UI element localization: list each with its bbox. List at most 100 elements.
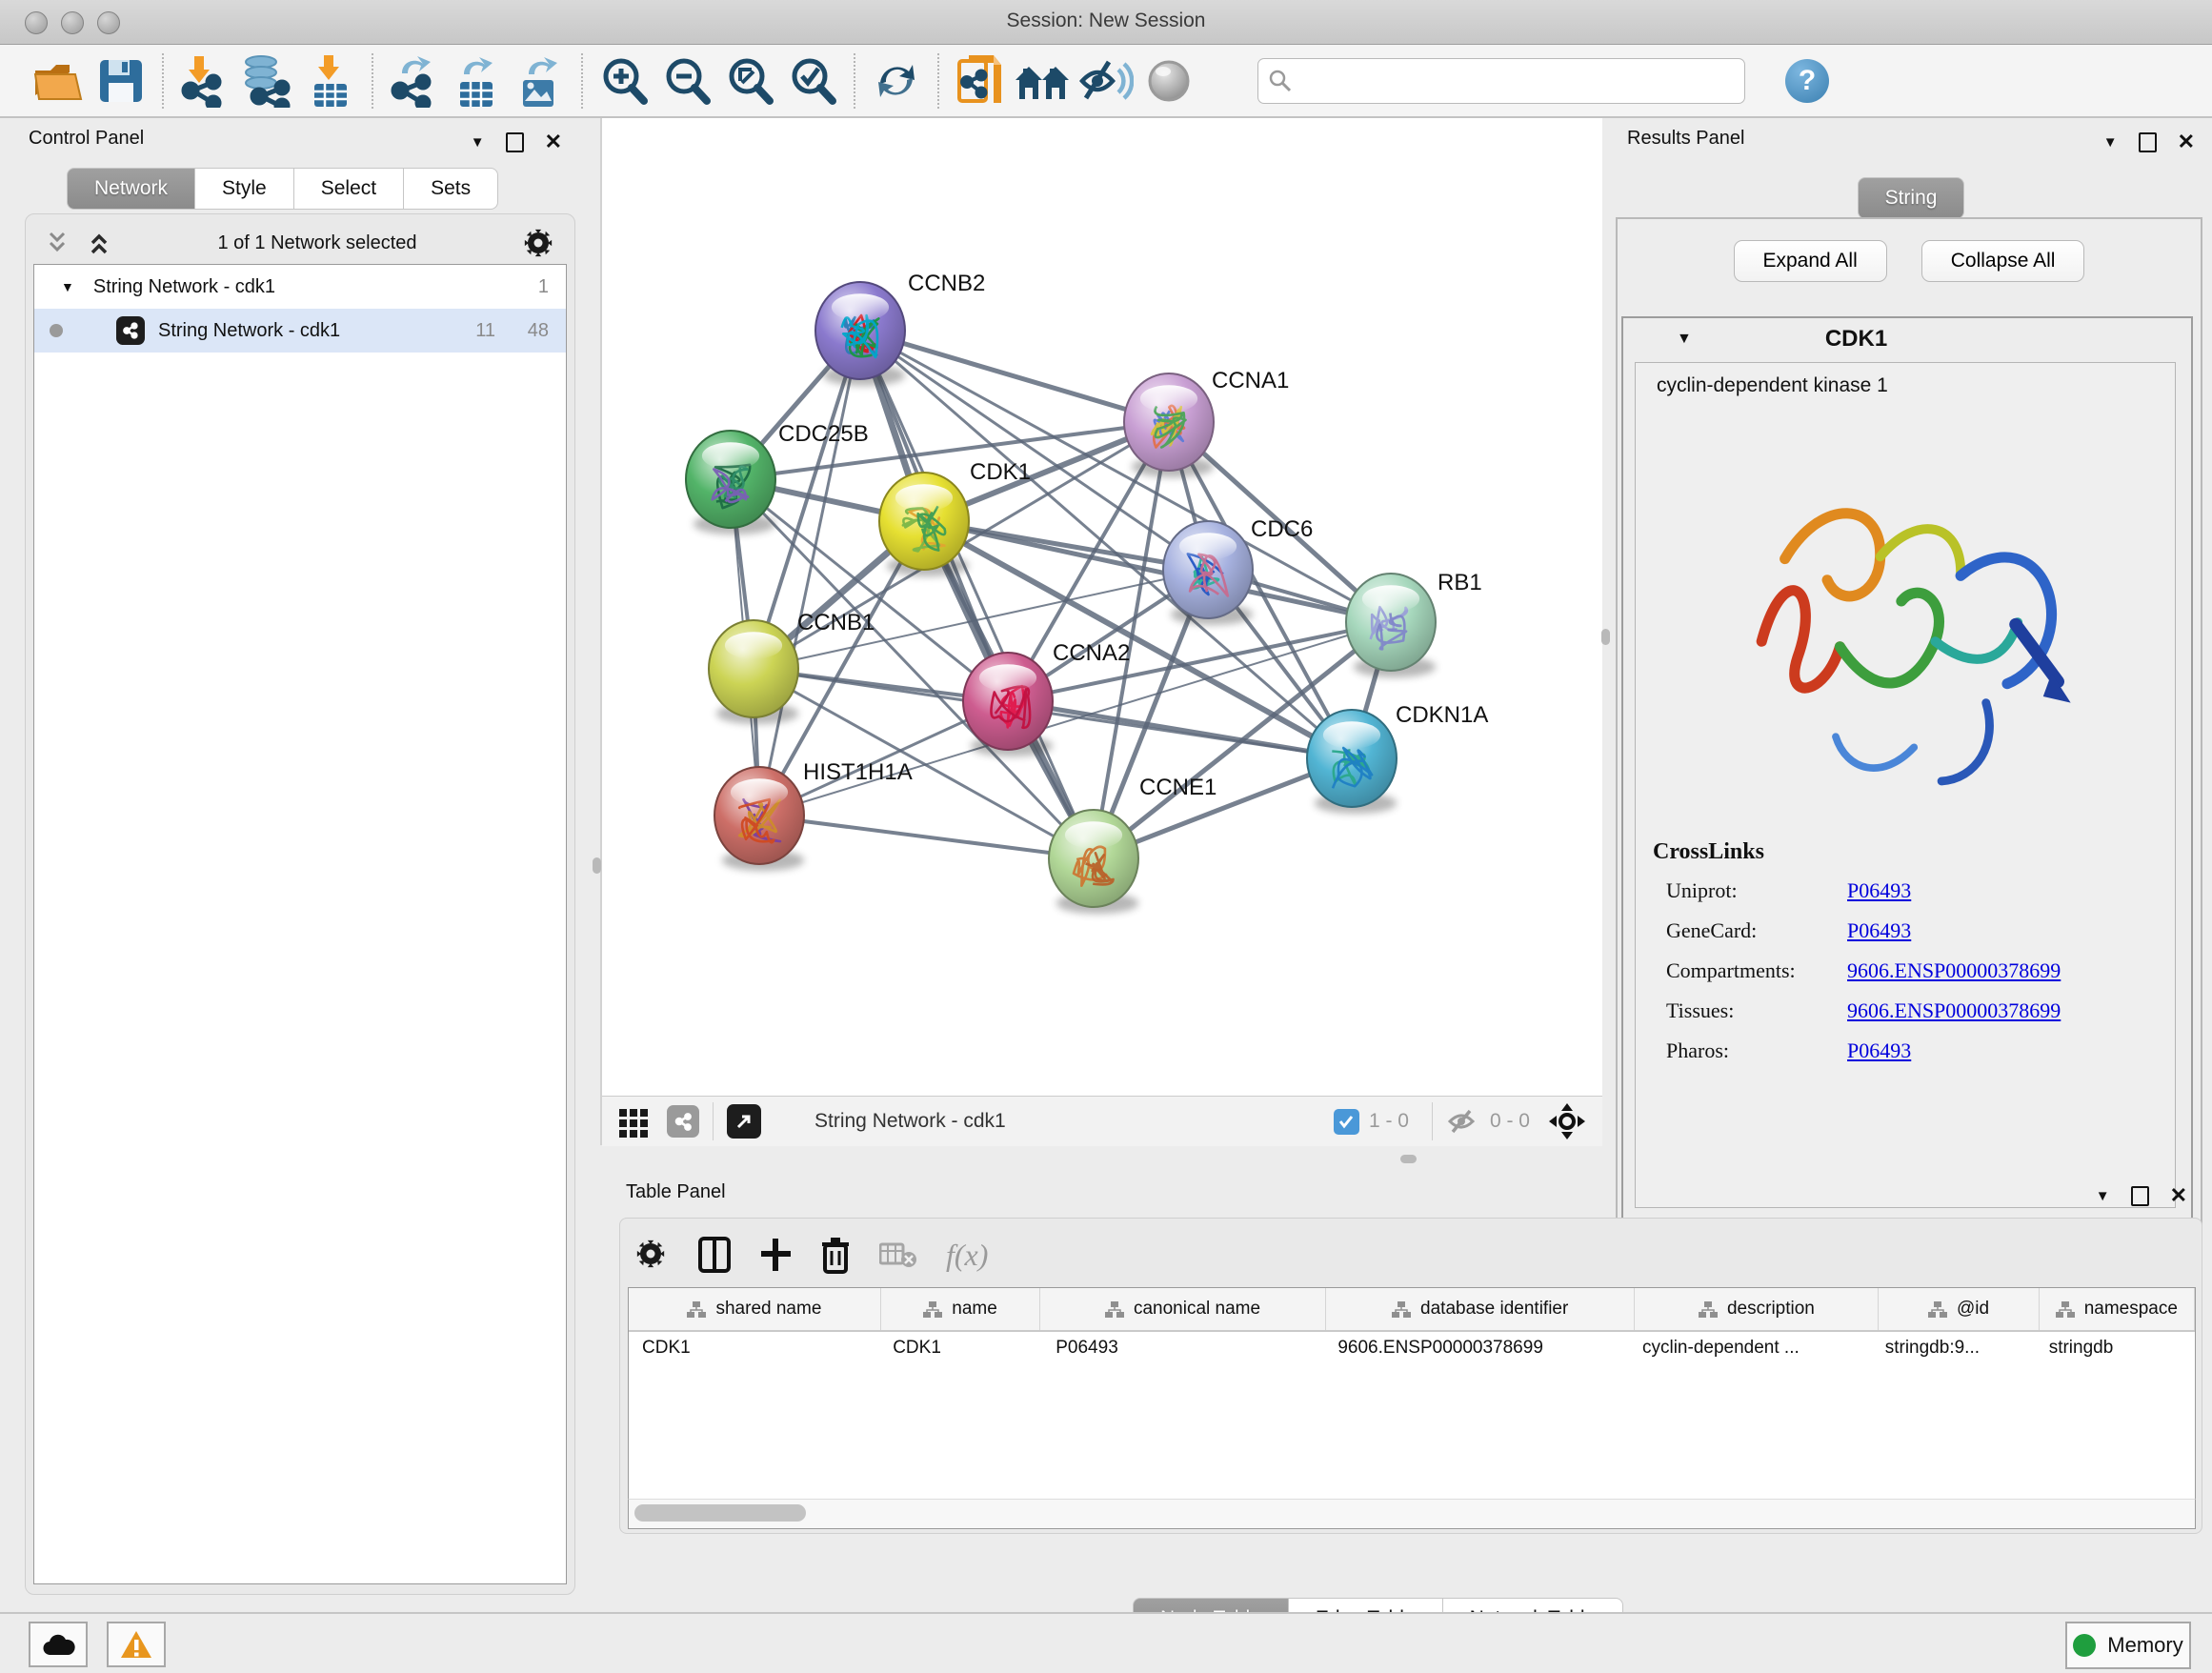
edge-CCNB2-HIST1H1A[interactable]	[759, 331, 860, 816]
crosslink-link[interactable]: 9606.ENSP00000378699	[1847, 998, 2061, 1023]
control-panel: Control Panel ▼ ✕ NetworkStyleSelectSets…	[8, 118, 598, 1604]
table-horizontal-scrollbar[interactable]	[628, 1499, 2196, 1529]
import-network-file-button[interactable]	[173, 51, 236, 111]
selected-items-checkbox-icon[interactable]	[1334, 1109, 1359, 1135]
open-folder-icon	[31, 57, 85, 105]
panel-float-button[interactable]	[2131, 1186, 2149, 1206]
column-header-shared-name[interactable]: shared name	[629, 1288, 881, 1330]
string-home-button[interactable]	[1012, 51, 1075, 111]
collapse-all-button[interactable]: Collapse All	[1921, 240, 2085, 282]
create-column-icon[interactable]	[759, 1237, 792, 1273]
network-from-selection-button[interactable]	[949, 51, 1012, 111]
tab-sets[interactable]: Sets	[404, 168, 498, 210]
help-button[interactable]: ?	[1785, 59, 1829, 103]
edge-CCNB2-CCNA1[interactable]	[860, 331, 1169, 422]
export-table-button[interactable]	[446, 51, 509, 111]
hidden-items-eye-icon[interactable]	[1446, 1107, 1480, 1136]
panel-float-button[interactable]	[2139, 132, 2157, 152]
automation-cloud-button[interactable]	[29, 1622, 88, 1667]
right-splitter-handle[interactable]	[1601, 629, 1610, 645]
warnings-button[interactable]	[107, 1622, 166, 1667]
panel-menu-caret[interactable]: ▼	[2103, 134, 2118, 151]
node-CDC6[interactable]: CDC6	[1163, 516, 1313, 625]
crosslink-link[interactable]: 9606.ENSP00000378699	[1847, 958, 2061, 983]
clipboard-network-icon	[955, 53, 1005, 109]
birdseye-navigator-icon[interactable]	[1547, 1101, 1587, 1141]
network-view-title: String Network - cdk1	[814, 1110, 1334, 1133]
column-header-description[interactable]: description	[1635, 1288, 1879, 1330]
collapse-all-chevron-icon[interactable]	[43, 229, 71, 257]
zoom-selected-icon	[787, 55, 838, 107]
table-row[interactable]: CDK1CDK1P064939606.ENSP00000378699cyclin…	[629, 1332, 2195, 1364]
import-network-database-button[interactable]	[236, 51, 299, 111]
column-header-namespace[interactable]: namespace	[2040, 1288, 2195, 1330]
zoom-selected-button[interactable]	[781, 51, 844, 111]
expand-all-chevron-icon[interactable]	[85, 229, 113, 257]
protein-description: cyclin-dependent kinase 1	[1657, 374, 1888, 397]
collapse-triangle-icon[interactable]: ▼	[1677, 331, 1692, 348]
column-header-@id[interactable]: @id	[1879, 1288, 2039, 1330]
tab-select[interactable]: Select	[294, 168, 404, 210]
panel-float-button[interactable]	[506, 132, 524, 152]
search-field[interactable]	[1257, 58, 1745, 104]
hide-glass-effect-button[interactable]	[1075, 51, 1137, 111]
save-session-button[interactable]	[90, 51, 152, 111]
crosslink-link[interactable]: P06493	[1847, 918, 1911, 943]
apply-layout-button[interactable]	[865, 51, 928, 111]
network-collection-row[interactable]: ▼ String Network - cdk1 1	[34, 265, 566, 309]
node-RB1[interactable]: RB1	[1346, 570, 1482, 677]
node-HIST1H1A[interactable]: HIST1H1A	[714, 759, 913, 871]
export-network-button[interactable]	[383, 51, 446, 111]
node-CCNB2[interactable]: CCNB2	[815, 271, 985, 386]
column-header-name[interactable]: name	[881, 1288, 1040, 1330]
column-header-label: shared name	[715, 1299, 821, 1320]
network-row[interactable]: String Network - cdk1 11 48	[34, 309, 566, 353]
edge-HIST1H1A-CCNE1[interactable]	[759, 816, 1094, 858]
panel-menu-caret[interactable]: ▼	[471, 134, 485, 151]
table-mode-gear-icon[interactable]	[633, 1237, 670, 1273]
network-thumbnail-icon[interactable]	[667, 1105, 699, 1138]
panel-close-button[interactable]: ✕	[2178, 130, 2195, 154]
node-CCNE1[interactable]: CCNE1	[1049, 775, 1217, 914]
network-canvas[interactable]: CCNB2CCNA1CDC25BCDK1CDC6RB1CCNB1CCNA2CDK…	[602, 118, 1600, 1096]
crosslink-row: Pharos:P06493	[1666, 1038, 2061, 1063]
node-CCNA2[interactable]: CCNA2	[963, 640, 1130, 756]
crosslink-link[interactable]: P06493	[1847, 878, 1911, 903]
open-session-button[interactable]	[27, 51, 90, 111]
column-header-canonical-name[interactable]: canonical name	[1040, 1288, 1326, 1330]
network-options-gear-icon[interactable]	[521, 226, 555, 260]
column-header-database-identifier[interactable]: database identifier	[1326, 1288, 1636, 1330]
zoom-out-button[interactable]	[655, 51, 718, 111]
memory-button[interactable]: Memory	[2065, 1622, 2191, 1669]
search-input[interactable]	[1298, 69, 1735, 92]
show-sphere-button[interactable]	[1137, 51, 1200, 111]
export-image-button[interactable]	[509, 51, 572, 111]
panel-close-button[interactable]: ✕	[545, 130, 562, 154]
delete-column-icon[interactable]	[820, 1236, 851, 1274]
bottom-splitter-handle[interactable]	[1400, 1155, 1417, 1163]
node-CDKN1A[interactable]: CDKN1A	[1307, 702, 1488, 814]
crosslink-link[interactable]: P06493	[1847, 1038, 1911, 1063]
node-table[interactable]: shared name name canonical name database id…	[628, 1287, 2196, 1501]
node-label-CDKN1A: CDKN1A	[1396, 702, 1488, 728]
scrollbar-thumb[interactable]	[634, 1504, 806, 1522]
tab-network[interactable]: Network	[67, 168, 195, 210]
zoom-in-button[interactable]	[593, 51, 655, 111]
crosslink-label: Compartments:	[1666, 958, 1847, 983]
panel-close-button[interactable]: ✕	[2170, 1183, 2187, 1208]
network-view-toolbar: String Network - cdk1 1 - 0 0 - 0	[602, 1096, 1602, 1146]
column-header-label: canonical name	[1134, 1299, 1260, 1320]
node-CCNB1[interactable]: CCNB1	[709, 610, 875, 724]
grid-view-icon[interactable]	[617, 1105, 650, 1138]
expand-all-button[interactable]: Expand All	[1734, 240, 1887, 282]
show-columns-icon[interactable]	[698, 1236, 731, 1274]
left-splitter-handle[interactable]	[593, 857, 601, 874]
node-CCNA1[interactable]: CCNA1	[1124, 368, 1289, 477]
panel-menu-caret[interactable]: ▼	[2096, 1188, 2110, 1204]
import-table-button[interactable]	[299, 51, 362, 111]
tab-style[interactable]: Style	[195, 168, 294, 210]
zoom-fit-button[interactable]	[718, 51, 781, 111]
detach-view-icon[interactable]	[727, 1104, 761, 1139]
tab-string[interactable]: String	[1858, 177, 1965, 219]
tree-expander-icon[interactable]: ▼	[61, 279, 74, 294]
